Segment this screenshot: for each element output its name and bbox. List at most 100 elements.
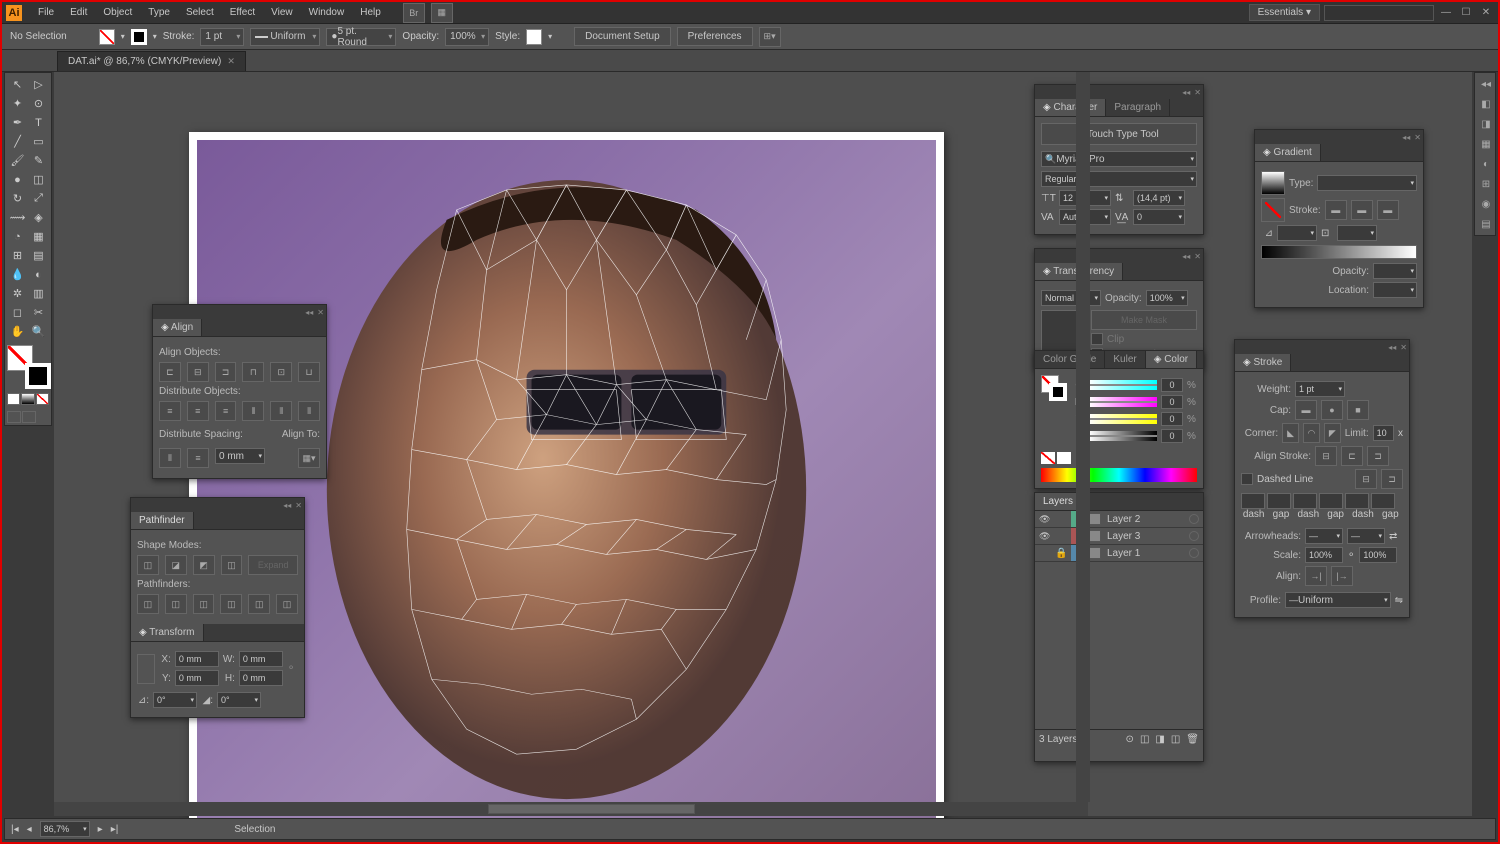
- close-panel-icon[interactable]: ✕: [1400, 343, 1407, 352]
- arrow-scale-end[interactable]: 100%: [1359, 547, 1397, 563]
- arrow-scale-start[interactable]: 100%: [1305, 547, 1343, 563]
- corner-miter-icon[interactable]: ◣: [1282, 423, 1299, 443]
- perspective-tool[interactable]: ▦: [28, 227, 49, 246]
- minus-front-icon[interactable]: ◪: [165, 555, 187, 575]
- menu-window[interactable]: Window: [301, 4, 353, 21]
- arrow-align-tip-icon[interactable]: →|: [1305, 566, 1327, 586]
- minimize-icon[interactable]: —: [1438, 6, 1454, 20]
- miter-limit-input[interactable]: 10: [1373, 425, 1394, 441]
- arrange-icon[interactable]: ▦: [431, 3, 453, 23]
- artboard-tool[interactable]: ◻: [7, 303, 28, 322]
- transform-w-input[interactable]: 0 mm: [239, 651, 283, 667]
- zoom-input[interactable]: 86,7%: [40, 821, 90, 837]
- align-top-icon[interactable]: ⊓: [242, 362, 264, 382]
- graph-tool[interactable]: ▥: [28, 284, 49, 303]
- eyedropper-tool[interactable]: 💧: [7, 265, 28, 284]
- pathfinder-tab[interactable]: Pathfinder: [131, 512, 194, 529]
- rotate-tool[interactable]: ↻: [7, 189, 28, 208]
- workspace-switcher[interactable]: Essentials ▾: [1249, 4, 1320, 21]
- opacity-input[interactable]: 100%: [1146, 290, 1188, 306]
- panel-icon[interactable]: ▤: [1477, 215, 1495, 233]
- eraser-tool[interactable]: ◫: [28, 170, 49, 189]
- font-family-dropdown[interactable]: 🔍 Myriad Pro: [1041, 151, 1197, 167]
- cyan-slider[interactable]: [1089, 380, 1157, 390]
- blob-brush-tool[interactable]: ●: [7, 170, 28, 189]
- stroke-along-icon[interactable]: ▬: [1351, 200, 1373, 220]
- panel-icon[interactable]: ◧: [1477, 95, 1495, 113]
- link-scale-icon[interactable]: ⚬: [1347, 550, 1355, 561]
- rotate-input[interactable]: 0°: [153, 692, 197, 708]
- locate-icon[interactable]: ⊙: [1126, 734, 1134, 745]
- dist-left-icon[interactable]: ⦀: [242, 401, 264, 421]
- make-sublayer-icon[interactable]: ◫: [1140, 734, 1149, 745]
- clip-checkbox[interactable]: [1091, 333, 1103, 345]
- menu-effect[interactable]: Effect: [222, 4, 263, 21]
- scale-tool[interactable]: ⤢: [28, 189, 49, 208]
- magenta-slider[interactable]: [1089, 397, 1157, 407]
- cap-butt-icon[interactable]: ▬: [1295, 400, 1317, 420]
- gradient-aspect-input[interactable]: [1337, 225, 1377, 241]
- shear-input[interactable]: 0°: [217, 692, 261, 708]
- panel-icon[interactable]: ◨: [1477, 115, 1495, 133]
- delete-layer-icon[interactable]: 🗑: [1186, 734, 1199, 745]
- none-swatch[interactable]: [1041, 452, 1055, 464]
- close-tab-icon[interactable]: ✕: [227, 56, 235, 67]
- stroke-swatch[interactable]: [131, 29, 147, 45]
- search-input[interactable]: [1324, 5, 1434, 21]
- align-stroke-outside-icon[interactable]: ⊐: [1367, 446, 1389, 466]
- spacing-input[interactable]: 0 mm: [215, 448, 265, 464]
- panel-icon[interactable]: ▦: [1477, 135, 1495, 153]
- profile-dropdown[interactable]: — Uniform: [1285, 592, 1391, 608]
- gradient-tool[interactable]: ▤: [28, 246, 49, 265]
- document-setup-button[interactable]: Document Setup: [574, 27, 671, 46]
- pen-tool[interactable]: ✒: [7, 113, 28, 132]
- menu-edit[interactable]: Edit: [62, 4, 95, 21]
- yellow-slider[interactable]: [1089, 414, 1157, 424]
- paragraph-tab[interactable]: Paragraph: [1106, 99, 1170, 116]
- paintbrush-tool[interactable]: 🖌: [7, 151, 28, 170]
- unite-icon[interactable]: ◫: [137, 555, 159, 575]
- collapse-icon[interactable]: ◂◂: [283, 501, 291, 510]
- magic-wand-tool[interactable]: ✦: [7, 94, 28, 113]
- make-sublayer2-icon[interactable]: ◨: [1155, 734, 1164, 745]
- close-panel-icon[interactable]: ✕: [1194, 252, 1201, 261]
- cap-square-icon[interactable]: ■: [1347, 400, 1369, 420]
- document-tab[interactable]: DAT.ai* @ 86,7% (CMYK/Preview) ✕: [57, 51, 246, 71]
- align-to-dropdown[interactable]: ▦▾: [298, 448, 320, 468]
- collapse-icon[interactable]: ◂◂: [1182, 252, 1190, 261]
- menu-object[interactable]: Object: [95, 4, 140, 21]
- bridge-icon[interactable]: Br: [403, 3, 425, 23]
- stroke-weight-dropdown[interactable]: 1 pt: [200, 28, 244, 46]
- black-slider[interactable]: [1089, 431, 1157, 441]
- horizontal-scrollbar[interactable]: [54, 802, 1088, 816]
- symbol-sprayer-tool[interactable]: ✲: [7, 284, 28, 303]
- mesh-tool[interactable]: ⊞: [7, 246, 28, 265]
- arrow-end-dropdown[interactable]: —: [1347, 528, 1385, 544]
- close-panel-icon[interactable]: ✕: [295, 501, 302, 510]
- zoom-tool[interactable]: 🔍: [28, 322, 49, 341]
- hand-tool[interactable]: ✋: [7, 322, 28, 341]
- arrow-start-dropdown[interactable]: —: [1305, 528, 1343, 544]
- blend-mode-dropdown[interactable]: Normal: [1041, 290, 1101, 306]
- align-to-icon[interactable]: ⊞▾: [759, 27, 781, 47]
- dist-vcenter-icon[interactable]: ≡: [187, 401, 209, 421]
- transform-tab[interactable]: ◈ Transform: [131, 624, 204, 641]
- character-tab[interactable]: ◈ Character: [1035, 99, 1106, 116]
- outline-icon[interactable]: ◫: [248, 594, 270, 614]
- align-bottom-icon[interactable]: ⊔: [298, 362, 320, 382]
- shape-builder-tool[interactable]: ◔: [7, 227, 28, 246]
- visibility-icon[interactable]: 👁: [1039, 531, 1053, 542]
- dist-hspace-icon[interactable]: ≡: [187, 448, 209, 468]
- menu-select[interactable]: Select: [178, 4, 222, 21]
- gradient-fill-stroke[interactable]: [1261, 198, 1285, 222]
- artboard[interactable]: [189, 132, 944, 832]
- spectrum-picker[interactable]: [1041, 468, 1197, 482]
- gradient-preview[interactable]: [1261, 171, 1285, 195]
- free-transform-tool[interactable]: ◈: [28, 208, 49, 227]
- crop-icon[interactable]: ◫: [220, 594, 242, 614]
- color-modes[interactable]: [7, 393, 49, 405]
- screen-modes[interactable]: [7, 411, 49, 423]
- width-tool[interactable]: ⟿: [7, 208, 28, 227]
- type-tool[interactable]: T: [28, 113, 49, 132]
- panel-icon[interactable]: ◐: [1477, 155, 1495, 173]
